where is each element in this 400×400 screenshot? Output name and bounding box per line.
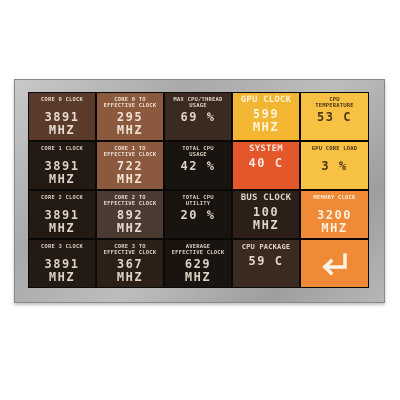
tile-average-effective-clock[interactable]: AVERAGE EFFECTIVE CLOCK 629 MHZ	[164, 239, 232, 288]
tile-value: 892 MHZ	[116, 208, 144, 235]
tile-value: 59 C	[248, 254, 284, 268]
tile-label: BUS CLOCK	[240, 193, 292, 203]
tile-label: MAX CPU/THREAD USAGE	[173, 97, 223, 109]
tile-system-temperature[interactable]: SYSTEM 40 C	[232, 141, 300, 190]
tile-label: MEMORY CLOCK	[313, 195, 356, 201]
tile-label: CPU TEMPERATURE	[315, 97, 354, 109]
tile-label: AVERAGE EFFECTIVE CLOCK	[171, 244, 225, 256]
tile-memory-clock[interactable]: MEMORY CLOCK 3200 MHZ	[300, 190, 369, 239]
tile-core0-effective-clock[interactable]: CORE 0 TO EFFECTIVE CLOCK 295 MHZ	[96, 92, 164, 141]
tile-core1-clock[interactable]: CORE 1 CLOCK 3891 MHZ	[28, 141, 96, 190]
tile-core1-effective-clock[interactable]: CORE 1 TO EFFECTIVE CLOCK 722 MHZ	[96, 141, 164, 190]
tile-label: CORE 0 TO EFFECTIVE CLOCK	[103, 97, 157, 109]
tile-value: 69 %	[180, 110, 216, 124]
tile-label: CORE 2 TO EFFECTIVE CLOCK	[103, 195, 157, 207]
tile-value: 3891 MHZ	[44, 110, 80, 137]
tile-label: TOTAL CPU UTILITY	[182, 195, 214, 207]
tile-value: 295 MHZ	[116, 110, 144, 137]
tile-label: GPU CORE LOAD	[311, 146, 358, 152]
tile-core2-clock[interactable]: CORE 2 CLOCK 3891 MHZ	[28, 190, 96, 239]
tile-label: CORE 1 TO EFFECTIVE CLOCK	[103, 146, 157, 158]
tile-value: 40 C	[248, 156, 284, 170]
tile-label: CORE 0 CLOCK	[40, 97, 84, 103]
tile-label: CPU PACKAGE	[241, 243, 291, 251]
tile-value: 367 MHZ	[116, 257, 144, 284]
tile-label: TOTAL CPU USAGE	[182, 146, 214, 158]
tile-cpu-package[interactable]: CPU PACKAGE 59 C	[232, 239, 300, 288]
tile-label: CORE 3 CLOCK	[40, 244, 84, 250]
sensor-panel-screen: CORE 0 CLOCK 3891 MHZ CORE 0 TO EFFECTIV…	[28, 92, 369, 288]
tile-label: SYSTEM	[249, 144, 283, 154]
tile-gpu-clock[interactable]: GPU CLOCK 599 MHZ	[232, 92, 300, 141]
tile-label: CORE 2 CLOCK	[40, 195, 84, 201]
tile-value: 599 MHZ	[252, 107, 280, 134]
tile-label: CORE 1 CLOCK	[40, 146, 84, 152]
tile-value: 42 %	[180, 159, 216, 173]
tile-core0-clock[interactable]: CORE 0 CLOCK 3891 MHZ	[28, 92, 96, 141]
tile-value: 3 %	[321, 159, 348, 173]
tile-core3-clock[interactable]: CORE 3 CLOCK 3891 MHZ	[28, 239, 96, 288]
tile-core3-effective-clock[interactable]: CORE 3 TO EFFECTIVE CLOCK 367 MHZ	[96, 239, 164, 288]
tile-value: 629 MHZ	[184, 257, 212, 284]
tile-total-cpu-usage[interactable]: TOTAL CPU USAGE 42 %	[164, 141, 232, 190]
tile-cpu-temperature[interactable]: CPU TEMPERATURE 53 C	[300, 92, 369, 141]
tile-value: 20 %	[180, 208, 216, 222]
tile-value: 722 MHZ	[116, 159, 144, 186]
tile-value: 3891 MHZ	[44, 159, 80, 186]
tile-total-cpu-utility[interactable]: TOTAL CPU UTILITY 20 %	[164, 190, 232, 239]
tile-value: 3200 MHZ	[317, 208, 352, 235]
tile-value: 53 C	[317, 110, 352, 124]
return-arrow-icon	[322, 252, 347, 275]
tile-value: 3891 MHZ	[44, 208, 80, 235]
tile-bus-clock[interactable]: BUS CLOCK 100 MHZ	[232, 190, 300, 239]
tile-label: CORE 3 TO EFFECTIVE CLOCK	[103, 244, 157, 256]
tile-value: 3891 MHZ	[44, 257, 80, 284]
tile-value: 100 MHZ	[252, 205, 280, 232]
tile-max-cpu-thread-usage[interactable]: MAX CPU/THREAD USAGE 69 %	[164, 92, 232, 141]
tile-gpu-core-load[interactable]: GPU CORE LOAD 3 %	[300, 141, 369, 190]
tile-core2-effective-clock[interactable]: CORE 2 TO EFFECTIVE CLOCK 892 MHZ	[96, 190, 164, 239]
back-button[interactable]	[300, 239, 369, 288]
tile-label: GPU CLOCK	[240, 95, 292, 105]
